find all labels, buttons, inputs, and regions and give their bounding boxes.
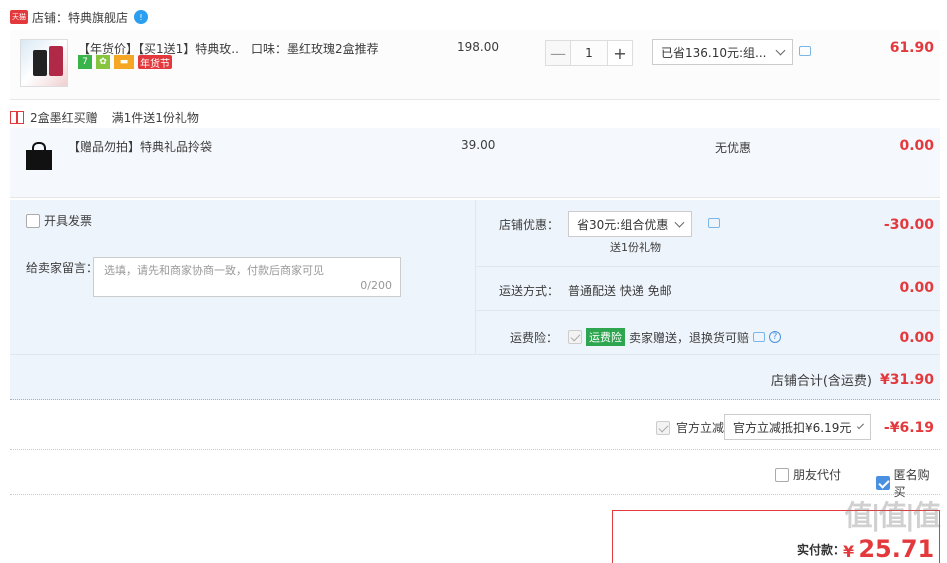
- tmall-logo-icon: 天猫: [10, 10, 28, 24]
- comment-icon[interactable]: [753, 332, 766, 342]
- official-discount-value: 官方立减抵扣¥6.19元: [733, 420, 852, 435]
- comment-icon[interactable]: [799, 46, 811, 56]
- credit-card-icon: ▬: [114, 55, 134, 69]
- insurance-option: 运费险 卖家赠送，退换货可赔 ?: [568, 328, 782, 346]
- gift-item-price: 39.00: [461, 138, 496, 152]
- help-question-icon[interactable]: ?: [769, 331, 782, 343]
- insurance-tag: 运费险: [586, 328, 625, 346]
- friend-pay-checkbox[interactable]: [775, 467, 789, 482]
- shop-discount-amount: -30.00: [883, 217, 934, 233]
- item-discount-select[interactable]: 已省136.10元:组...: [652, 39, 793, 65]
- message-placeholder: 选填，请先和商家协商一致，付款后商家可见: [104, 264, 324, 277]
- shop-discount-select[interactable]: 省30元:组合优惠: [568, 211, 692, 237]
- gift-promo-bar: 2盒墨红买赠 满1件送1份礼物: [10, 107, 199, 127]
- gift-item-title[interactable]: 【赠品勿拍】特典礼品拎袋: [68, 138, 212, 155]
- message-counter: 0/200: [360, 279, 392, 292]
- chevron-down-icon: [775, 45, 786, 55]
- message-label: 给卖家留言：: [26, 261, 99, 275]
- official-discount-amount: -¥6.19: [883, 420, 934, 436]
- watermark-logo: 值|值|值: [844, 499, 941, 532]
- seller-message-input[interactable]: 选填，请先和商家协商一致，付款后商家可见 0/200: [93, 257, 401, 297]
- official-discount-option: 官方立减: [656, 419, 724, 436]
- chat-wangwang-icon[interactable]: !: [134, 10, 149, 24]
- shop-total: 店铺合计(含运费) ¥31.90: [770, 370, 934, 390]
- official-discount-checkbox: [656, 420, 670, 435]
- quantity-input[interactable]: 1: [571, 40, 607, 66]
- shop-discount-value: 省30元:组合优惠: [577, 217, 669, 232]
- official-discount-select[interactable]: 官方立减抵扣¥6.19元: [724, 414, 871, 440]
- official-discount-label: 官方立减: [676, 421, 725, 435]
- insurance-label: 运费险：: [510, 331, 559, 345]
- order-options-panel: 开具发票 给卖家留言： 选填，请先和商家协商一致，付款后商家可见 0/200 店…: [10, 200, 940, 400]
- invoice-label: 开具发票: [44, 214, 93, 228]
- invoice-checkbox[interactable]: [26, 213, 40, 228]
- item-subtotal: 61.90: [889, 40, 934, 56]
- gift-promo-rule: 满1件送1份礼物: [111, 110, 199, 125]
- product-thumbnail[interactable]: [20, 39, 68, 87]
- friend-pay-option[interactable]: 朋友代付: [775, 466, 841, 483]
- gift-item-row: 【赠品勿拍】特典礼品拎袋 39.00 无优惠 0.00: [10, 128, 940, 198]
- insurance-amount: 0.00: [899, 330, 934, 346]
- shipping-label: 运送方式：: [499, 284, 560, 298]
- item-discount-value: 已省136.10元:组...: [661, 45, 767, 60]
- quantity-increase-button[interactable]: +: [607, 40, 633, 66]
- shop-total-amount: ¥31.90: [879, 371, 934, 388]
- shipping-value: 普通配送 快递 免邮: [568, 284, 672, 298]
- quality-leaf-icon: ✿: [96, 55, 110, 69]
- quantity-decrease-button[interactable]: —: [545, 40, 571, 66]
- chevron-down-icon: [857, 421, 865, 429]
- gift-bag-thumbnail[interactable]: [24, 140, 54, 170]
- shipping-amount: 0.00: [899, 280, 934, 296]
- payment-label: 实付款：: [797, 543, 846, 557]
- insurance-checkbox: [568, 330, 582, 344]
- product-badges: 7 ✿ ▬ 年货节: [78, 55, 172, 70]
- shop-total-label: 店铺合计(含运费): [770, 374, 872, 389]
- payment-amount-value: 25.71: [858, 535, 935, 563]
- shop-discount-label: 店铺优惠：: [499, 218, 560, 232]
- payment-currency: ¥: [843, 542, 855, 561]
- shop-label: 店铺：: [32, 10, 69, 25]
- shop-header: 天猫 店铺： 特典旗舰店 !: [10, 6, 149, 28]
- payment-amount: ¥ 25.71: [843, 535, 934, 563]
- comment-icon[interactable]: [708, 218, 720, 228]
- cart-item-row: 【年货价】【买1送1】特典玫... 7 ✿ ▬ 年货节 口味：墨红玫瑰2盒推荐 …: [10, 30, 940, 100]
- gift-promo-title: 2盒墨红买赠: [30, 110, 98, 125]
- seven-day-return-icon: 7: [78, 55, 92, 69]
- shop-name-link[interactable]: 特典旗舰店: [68, 9, 128, 26]
- friend-pay-label: 朋友代付: [793, 468, 842, 482]
- payment-options-row: 朋友代付 匿名购买: [10, 450, 940, 499]
- gift-item-discount: 无优惠: [715, 141, 752, 155]
- shop-discount-note: 送1份礼物: [610, 241, 661, 254]
- insurance-desc: 卖家赠送，退换货可赔: [629, 330, 750, 345]
- gift-icon: [10, 110, 24, 124]
- unit-price: 198.00: [457, 40, 499, 54]
- gift-item-subtotal: 0.00: [899, 138, 934, 154]
- quantity-stepper: — 1 +: [545, 40, 633, 66]
- product-flavor: 口味：墨红玫瑰2盒推荐: [251, 42, 379, 56]
- invoice-option[interactable]: 开具发票: [26, 212, 92, 229]
- official-discount-row: 官方立减 官方立减抵扣¥6.19元 -¥6.19: [10, 400, 940, 450]
- anonymous-checkbox[interactable]: [876, 476, 890, 490]
- chevron-down-icon: [674, 217, 685, 227]
- newyear-festival-badge: 年货节: [138, 55, 172, 70]
